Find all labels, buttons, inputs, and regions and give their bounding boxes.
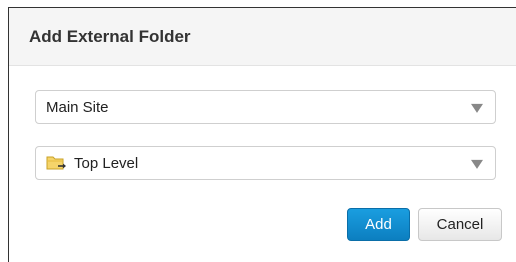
site-select-value: Main Site xyxy=(46,98,109,116)
site-select[interactable]: Main Site xyxy=(35,90,496,124)
add-external-folder-dialog: Add External Folder Main Site Top Level … xyxy=(8,7,516,262)
folder-select[interactable]: Top Level xyxy=(35,146,496,180)
cancel-button[interactable]: Cancel xyxy=(418,208,502,241)
folder-select-value: Top Level xyxy=(74,154,139,172)
dialog-title: Add External Folder xyxy=(29,26,191,46)
dialog-header: Add External Folder xyxy=(9,8,516,66)
dropdown-arrow-icon xyxy=(471,159,483,169)
add-button[interactable]: Add xyxy=(347,208,410,241)
folder-arrow-icon xyxy=(46,155,68,171)
dropdown-arrow-icon xyxy=(471,103,483,113)
